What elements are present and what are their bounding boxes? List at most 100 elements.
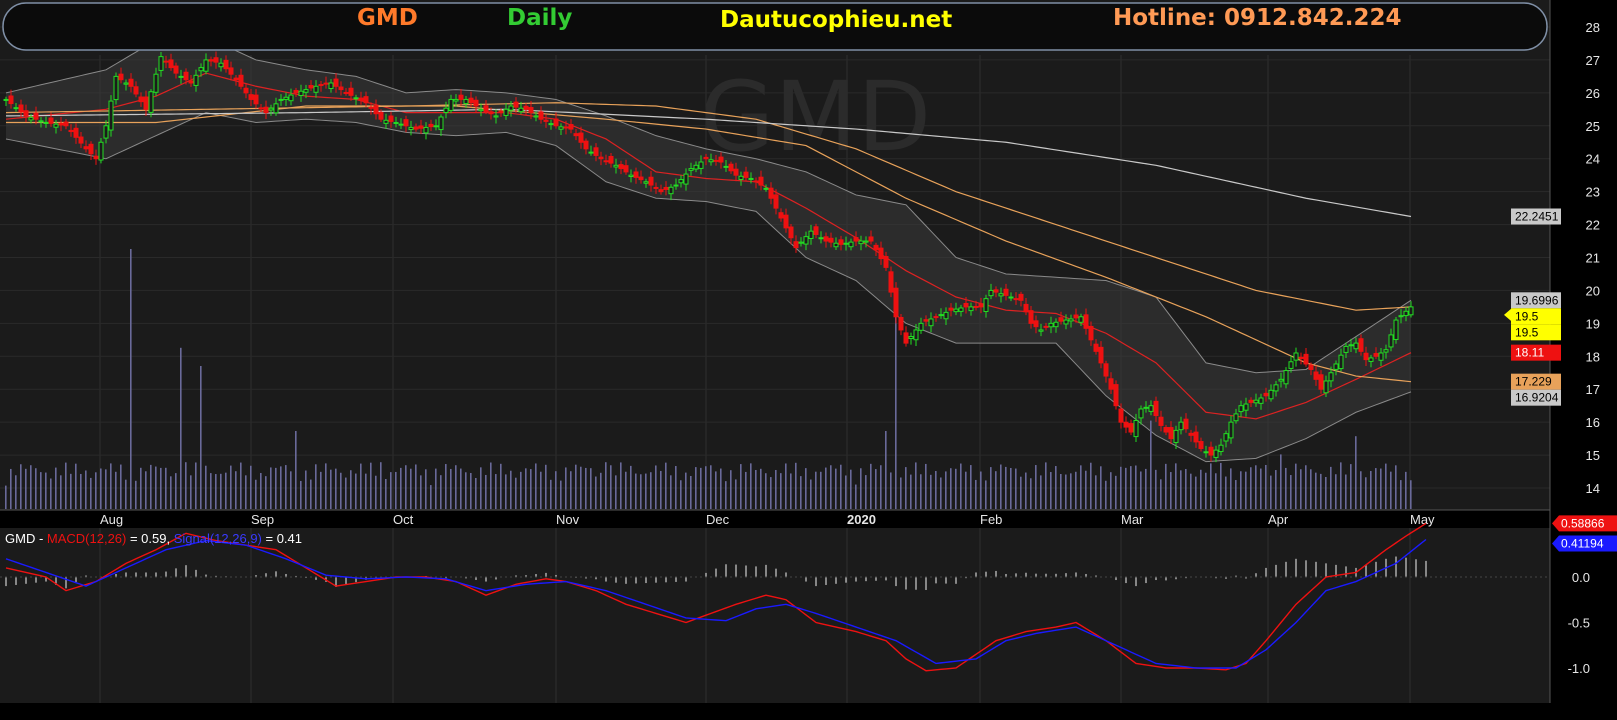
candle-body — [1253, 399, 1259, 404]
volume-bar — [520, 471, 522, 509]
volume-bar — [15, 475, 17, 509]
volume-bar — [1130, 466, 1132, 509]
candle-body — [928, 318, 934, 327]
volume-bar — [830, 465, 832, 509]
candle-body — [1238, 405, 1244, 413]
candle-body — [843, 242, 849, 245]
candle-body — [288, 94, 294, 102]
volume-bar — [1390, 471, 1392, 509]
candle-body — [628, 174, 634, 177]
candle-body — [1248, 399, 1254, 403]
volume-bar — [985, 480, 987, 509]
candle-body — [63, 121, 69, 127]
candle-body — [368, 106, 374, 109]
time-tick-label: Mar — [1121, 512, 1144, 527]
candle-body — [653, 186, 659, 189]
volume-bar — [435, 468, 437, 509]
candle-body — [433, 125, 439, 128]
candle-body — [998, 293, 1004, 297]
volume-bar — [515, 477, 517, 509]
macd-legend-symbol: GMD - — [5, 531, 47, 546]
candle-body — [818, 237, 824, 240]
volume-bar — [700, 467, 702, 509]
candle-body — [278, 98, 284, 101]
volume-bar — [270, 467, 272, 509]
candle-body — [903, 332, 909, 344]
candle-body — [488, 111, 494, 115]
volume-bar — [585, 467, 587, 509]
volume-bar — [965, 471, 967, 509]
candle-body — [1393, 319, 1399, 340]
candle-body — [1113, 384, 1119, 407]
candle-body — [638, 176, 644, 181]
candle-body — [933, 316, 939, 319]
volume-bar — [885, 431, 887, 509]
candle-body — [893, 287, 899, 318]
candle-body — [1318, 374, 1324, 390]
macd-tick-label: -0.5 — [1568, 616, 1590, 631]
volume-bar — [855, 484, 857, 509]
volume-bar — [1395, 465, 1397, 509]
volume-bar — [455, 465, 457, 509]
candle-body — [1133, 419, 1139, 438]
volume-bar — [1205, 472, 1207, 509]
volume-bar — [50, 478, 52, 509]
candle-body — [1018, 293, 1024, 301]
candle-body — [3, 98, 9, 101]
candle-body — [1288, 361, 1294, 369]
candle-body — [918, 322, 924, 331]
candle-body — [1043, 325, 1049, 328]
volume-bar — [345, 477, 347, 509]
candle-body — [593, 147, 599, 156]
volume-bar — [55, 467, 57, 509]
candle-body — [1063, 319, 1069, 325]
candle-body — [118, 73, 124, 81]
volume-bar — [200, 366, 202, 509]
candle-body — [523, 105, 529, 110]
candle-body — [1233, 413, 1239, 422]
candle-body — [143, 96, 149, 110]
candle-body — [573, 133, 579, 137]
volume-bar — [355, 473, 357, 509]
volume-bar — [575, 464, 577, 509]
volume-bar — [610, 465, 612, 509]
volume-bar — [850, 469, 852, 509]
candle-body — [728, 163, 734, 172]
volume-bar — [140, 467, 142, 509]
candle-body — [978, 303, 984, 308]
candle-body — [238, 74, 244, 87]
candle-body — [33, 112, 39, 120]
volume-bar — [510, 470, 512, 509]
candle-body — [1383, 349, 1389, 353]
candle-body — [993, 289, 999, 293]
candle-body — [618, 164, 624, 170]
candle-body — [1148, 405, 1154, 412]
volume-bar — [1320, 473, 1322, 509]
candle-body — [1338, 354, 1344, 370]
macd-legend-macd-value: = 0.59, — [126, 531, 173, 546]
macd-tick-label: 0.0 — [1572, 570, 1590, 585]
volume-bar — [115, 471, 117, 509]
candle-body — [1073, 314, 1079, 319]
volume-bar — [495, 474, 497, 509]
candle-body — [838, 239, 844, 245]
volume-bar — [980, 471, 982, 509]
volume-bar — [1055, 466, 1057, 509]
volume-bar — [935, 470, 937, 509]
volume-bar — [785, 463, 787, 509]
volume-bar — [1280, 454, 1282, 509]
candle-body — [1178, 421, 1184, 431]
candle-body — [293, 89, 299, 94]
volume-bar — [315, 464, 317, 509]
volume-bar — [1085, 470, 1087, 509]
volume-bar — [1095, 475, 1097, 509]
volume-bar — [1405, 471, 1407, 509]
candle-body — [773, 194, 779, 209]
candle-body — [1298, 356, 1304, 359]
candle-body — [1403, 310, 1409, 317]
volume-bar — [410, 468, 412, 509]
volume-bar — [765, 473, 767, 509]
volume-bar — [815, 471, 817, 509]
volume-bar — [185, 462, 187, 509]
time-tick-label: Nov — [556, 512, 580, 527]
